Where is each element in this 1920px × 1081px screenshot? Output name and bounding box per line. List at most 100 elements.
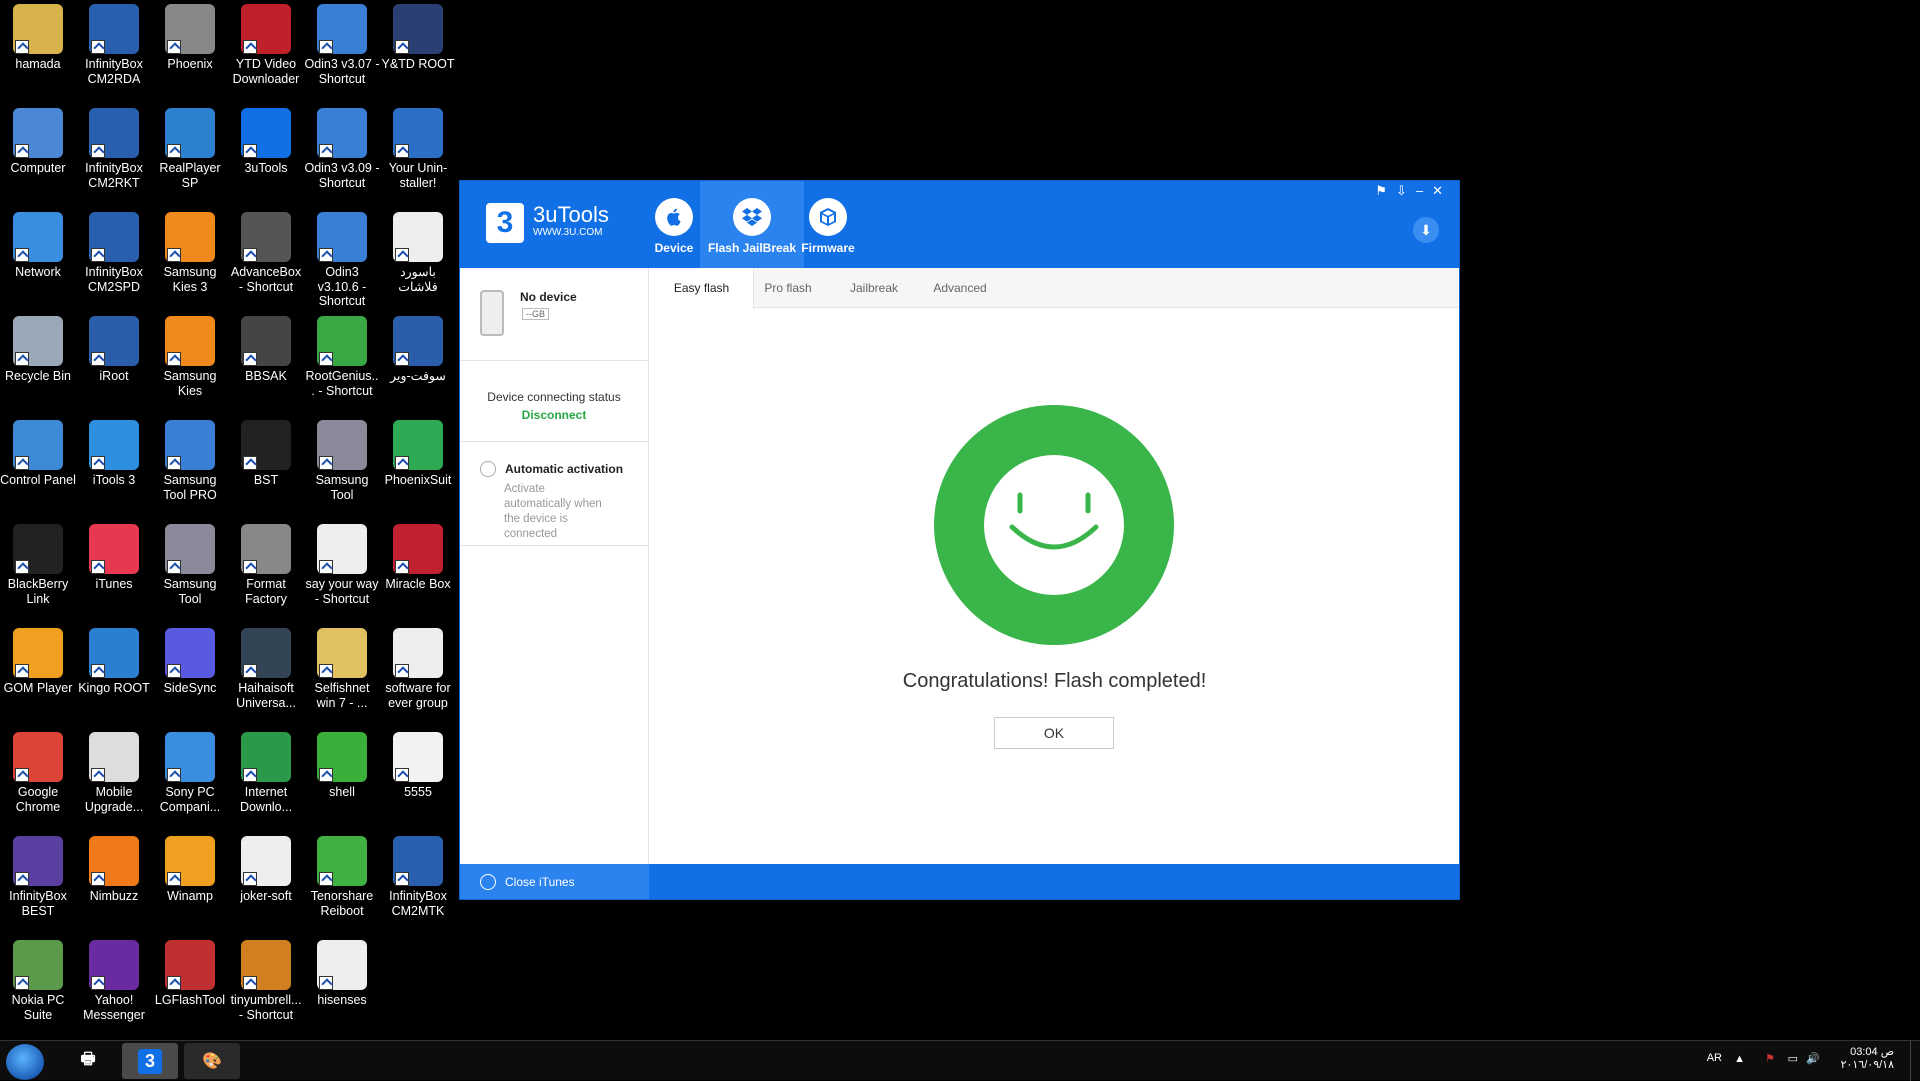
desktop-shortcut[interactable]: Samsung Kies 3 bbox=[152, 212, 228, 294]
show-hidden-icons-icon[interactable]: ▲ bbox=[1734, 1053, 1745, 1065]
clock[interactable]: 03:04 ص ٢٠١٦/٠٩/١٨ bbox=[1841, 1045, 1894, 1071]
desktop-shortcut[interactable]: InfinityBox BEST bbox=[0, 836, 76, 918]
desktop-shortcut[interactable]: Mobile Upgrade... bbox=[76, 732, 152, 814]
desktop-shortcut[interactable]: shell bbox=[304, 732, 380, 800]
desktop-shortcut[interactable]: Winamp bbox=[152, 836, 228, 904]
odin-icon bbox=[317, 212, 367, 262]
desktop-shortcut[interactable]: PhoenixSuit bbox=[380, 420, 456, 488]
desktop-shortcut-label: Odin3 v3.07 - Shortcut bbox=[304, 57, 380, 86]
desktop-shortcut[interactable]: Samsung Kies bbox=[152, 316, 228, 398]
desktop-shortcut[interactable]: 3uTools bbox=[228, 108, 304, 176]
desktop-shortcut[interactable]: Format Factory bbox=[228, 524, 304, 606]
start-button[interactable] bbox=[6, 1044, 44, 1080]
desktop-shortcut[interactable]: Control Panel bbox=[0, 420, 76, 488]
taskbar-printer-app[interactable]: 🖶 bbox=[60, 1043, 116, 1079]
desktop-shortcut[interactable]: Miracle Box bbox=[380, 524, 456, 592]
desktop-shortcut[interactable]: hamada bbox=[0, 4, 76, 72]
desktop-shortcut[interactable]: 5555 bbox=[380, 732, 456, 800]
feedback-icon[interactable]: ⚑ bbox=[1375, 183, 1387, 199]
minimize-button[interactable]: – bbox=[1416, 183, 1423, 199]
desktop-shortcut-label: Internet Downlo... bbox=[239, 785, 293, 814]
desktop-shortcut[interactable]: GOM Player bbox=[0, 628, 76, 696]
desktop-shortcut[interactable]: iTools 3 bbox=[76, 420, 152, 488]
desktop-shortcut[interactable]: InfinityBox CM2MTK bbox=[380, 836, 456, 918]
desktop-shortcut[interactable]: Tenorshare Reiboot bbox=[304, 836, 380, 918]
desktop-shortcut[interactable]: SideSync bbox=[152, 628, 228, 696]
desktop-shortcut[interactable]: Selfishnet win 7 - ... bbox=[304, 628, 380, 710]
menu-icon[interactable]: ⇩ bbox=[1396, 183, 1407, 199]
subtab-advanced[interactable]: Advanced bbox=[908, 268, 1012, 308]
desktop-shortcut[interactable]: BlackBerry Link bbox=[0, 524, 76, 606]
desktop-shortcut[interactable]: باسورد فلاشات bbox=[380, 212, 456, 294]
shortcut-arrow-icon bbox=[91, 248, 105, 262]
desktop-shortcut[interactable]: سوفت-وير bbox=[380, 316, 456, 384]
action-center-icon[interactable]: ⚑ bbox=[1765, 1052, 1775, 1065]
network-icon[interactable]: ▭ bbox=[1788, 1052, 1798, 1065]
desktop-shortcut[interactable]: Kingo ROOT bbox=[76, 628, 152, 696]
close-button[interactable]: ✕ bbox=[1432, 183, 1443, 199]
desktop-shortcut[interactable]: InfinityBox CM2RDA bbox=[76, 4, 152, 86]
desktop-shortcut[interactable]: Google Chrome bbox=[0, 732, 76, 814]
shortcut-arrow-icon bbox=[395, 664, 409, 678]
taskbar-3utools-app[interactable]: 3 bbox=[122, 1043, 178, 1079]
auto-activation-radio[interactable] bbox=[480, 461, 496, 477]
desktop-shortcut[interactable]: Odin3 v3.09 - Shortcut bbox=[304, 108, 380, 190]
language-indicator[interactable]: AR bbox=[1707, 1052, 1722, 1064]
desktop-shortcut[interactable]: say your way - Shortcut bbox=[304, 524, 380, 606]
connection-status[interactable]: Disconnect bbox=[460, 406, 648, 424]
desktop-shortcut[interactable]: Y&TD ROOT bbox=[380, 4, 456, 72]
shortcut-arrow-icon bbox=[395, 768, 409, 782]
desktop-shortcut[interactable]: joker-soft bbox=[228, 836, 304, 904]
ok-button[interactable]: OK bbox=[994, 717, 1114, 749]
subtabs: Easy flash Pro flash Jailbreak Advanced bbox=[650, 268, 1459, 309]
android-root-icon bbox=[393, 4, 443, 54]
show-desktop-button[interactable] bbox=[1910, 1041, 1920, 1081]
desktop-shortcut[interactable]: Haihaisoft Universa... bbox=[228, 628, 304, 710]
desktop-shortcut[interactable]: RootGenius... - Shortcut bbox=[304, 316, 380, 398]
desktop-shortcut[interactable]: Odin3 v3.07 - Shortcut bbox=[304, 4, 380, 86]
download-icon[interactable]: ⬇ bbox=[1413, 217, 1439, 243]
desktop-shortcut[interactable]: InfinityBox CM2SPD bbox=[76, 212, 152, 294]
close-itunes-radio[interactable] bbox=[480, 874, 496, 890]
desktop-shortcut[interactable]: software for ever group bbox=[380, 628, 456, 710]
chrome-icon bbox=[13, 732, 63, 782]
desktop-shortcut[interactable]: Sony PC Compani... bbox=[152, 732, 228, 814]
desktop-shortcut[interactable]: Samsung Tool bbox=[152, 524, 228, 606]
desktop-shortcut[interactable]: BBSAK bbox=[228, 316, 304, 384]
desktop-shortcut[interactable]: LGFlashTool bbox=[152, 940, 228, 1008]
desktop-shortcut[interactable]: RealPlayer SP bbox=[152, 108, 228, 190]
desktop-shortcut[interactable]: hisenses bbox=[304, 940, 380, 1008]
desktop-shortcut[interactable]: Recycle Bin bbox=[0, 316, 76, 384]
desktop-shortcut[interactable]: Odin3 v3.10.6 - Shortcut bbox=[304, 212, 380, 309]
desktop-shortcut[interactable]: Samsung Tool bbox=[304, 420, 380, 502]
desktop-shortcut[interactable]: Your Unin-staller! bbox=[380, 108, 456, 190]
desktop-shortcut[interactable]: YTD Video Downloader bbox=[228, 4, 304, 86]
taskbar-paint-app[interactable]: 🎨 bbox=[184, 1043, 240, 1079]
desktop-shortcut[interactable]: tinyumbrell... - Shortcut bbox=[228, 940, 304, 1022]
shortcut-arrow-icon bbox=[15, 872, 29, 886]
close-itunes-option[interactable]: Close iTunes bbox=[460, 864, 649, 899]
desktop-shortcut[interactable]: Yahoo! Messenger bbox=[76, 940, 152, 1022]
desktop-shortcut-label: say your way - Shortcut bbox=[305, 577, 379, 606]
phoenixsuit-icon bbox=[393, 420, 443, 470]
desktop-shortcut[interactable]: Nimbuzz bbox=[76, 836, 152, 904]
desktop-shortcut[interactable]: AdvanceBox - Shortcut bbox=[228, 212, 304, 294]
desktop-shortcut[interactable]: Nokia PC Suite bbox=[0, 940, 76, 1022]
desktop-shortcut[interactable]: Computer bbox=[0, 108, 76, 176]
nav-tab-firmware[interactable]: Firmware bbox=[776, 181, 880, 268]
desktop-shortcut[interactable]: Network bbox=[0, 212, 76, 280]
shortcut-arrow-icon bbox=[15, 352, 29, 366]
desktop-shortcut[interactable]: Internet Downlo... bbox=[228, 732, 304, 814]
desktop-shortcut-label: YTD Video Downloader bbox=[232, 57, 300, 86]
desktop-shortcut[interactable]: iTunes bbox=[76, 524, 152, 592]
desktop-shortcut[interactable]: Samsung Tool PRO bbox=[152, 420, 228, 502]
desktop-shortcut[interactable]: BST bbox=[228, 420, 304, 488]
odin-icon bbox=[317, 4, 367, 54]
desktop-shortcut[interactable]: iRoot bbox=[76, 316, 152, 384]
volume-icon[interactable]: 🔊 bbox=[1806, 1052, 1820, 1065]
miracle-box-icon bbox=[393, 524, 443, 574]
desktop-shortcut[interactable]: Phoenix bbox=[152, 4, 228, 72]
shortcut-arrow-icon bbox=[15, 664, 29, 678]
desktop-shortcut[interactable]: InfinityBox CM2RKT bbox=[76, 108, 152, 190]
auto-activation-option[interactable]: Automatic activation Activate automatica… bbox=[460, 442, 648, 546]
